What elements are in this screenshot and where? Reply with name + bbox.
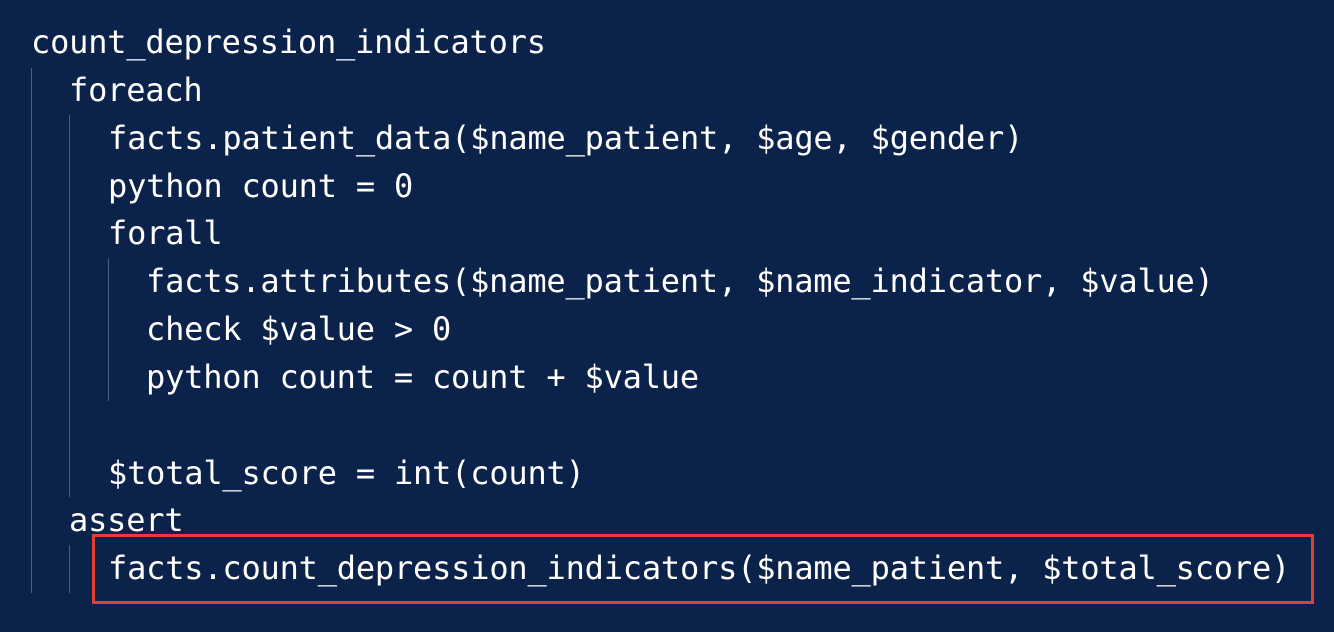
code-line-check: check $value > 0 [146,310,452,348]
code-line-foreach: foreach [69,71,203,109]
indent-guide-forall [108,258,109,401]
code-line-count-increment: python count = count + $value [146,358,699,396]
code-line-patient-data: facts.patient_data($name_patient, $age, … [108,119,1024,157]
code-line-forall: forall [108,214,223,252]
code-line-attributes: facts.attributes($name_patient, $name_in… [146,262,1214,300]
code-line-count-init: python count = 0 [108,167,414,205]
highlight-box [92,534,1314,604]
code-line-total-score: $total_score = int(count) [108,454,585,492]
indent-guide-assert [69,545,70,593]
indent-guide-foreach [69,115,70,497]
indent-guide-level-1 [31,68,32,593]
code-editor: count_depression_indicators foreach fact… [0,0,1334,632]
code-line-rule-name: count_depression_indicators [31,23,546,61]
